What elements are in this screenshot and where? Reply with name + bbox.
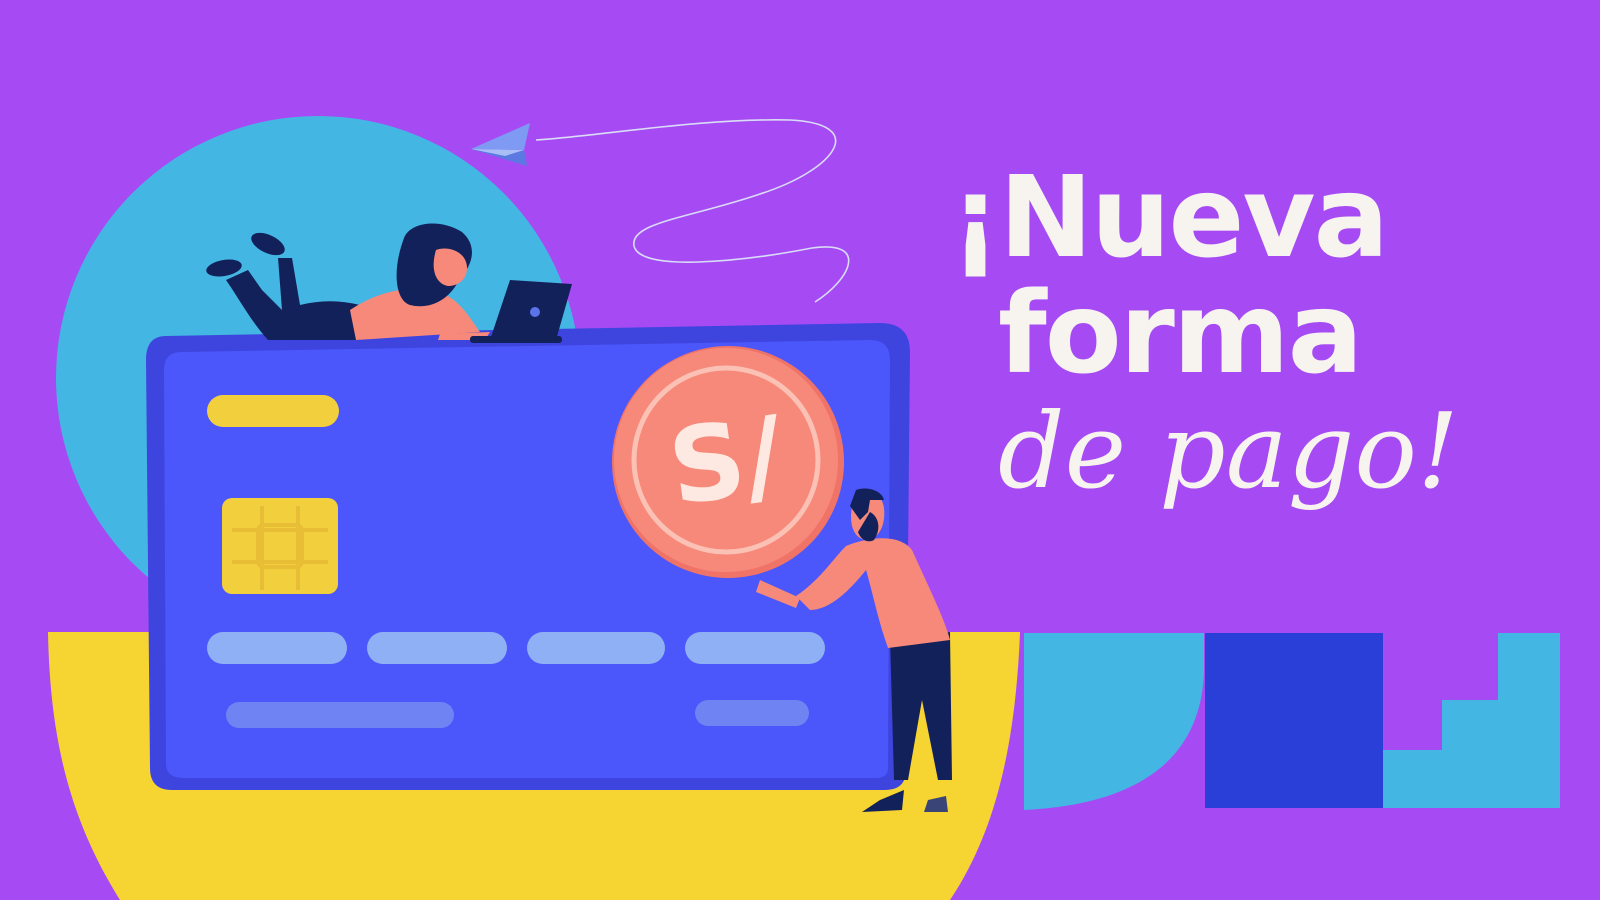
coin-icon: S/ <box>612 346 844 578</box>
card-yellow-bar <box>207 395 339 427</box>
headline: ¡Nueva forma de pago! <box>950 160 1459 510</box>
decorative-blocks <box>1024 633 1560 810</box>
card-name-line <box>226 702 454 728</box>
headline-line-2: forma <box>998 269 1363 399</box>
credit-card-chip-icon <box>222 498 338 594</box>
card-expiry-line <box>695 700 809 726</box>
headline-line-1: ¡Nueva <box>950 153 1389 283</box>
banner: S/ ¡Nueva forma de pago! <box>0 0 1600 900</box>
headline-line-3: de pago! <box>998 390 1459 512</box>
coin-symbol: S/ <box>662 393 791 530</box>
